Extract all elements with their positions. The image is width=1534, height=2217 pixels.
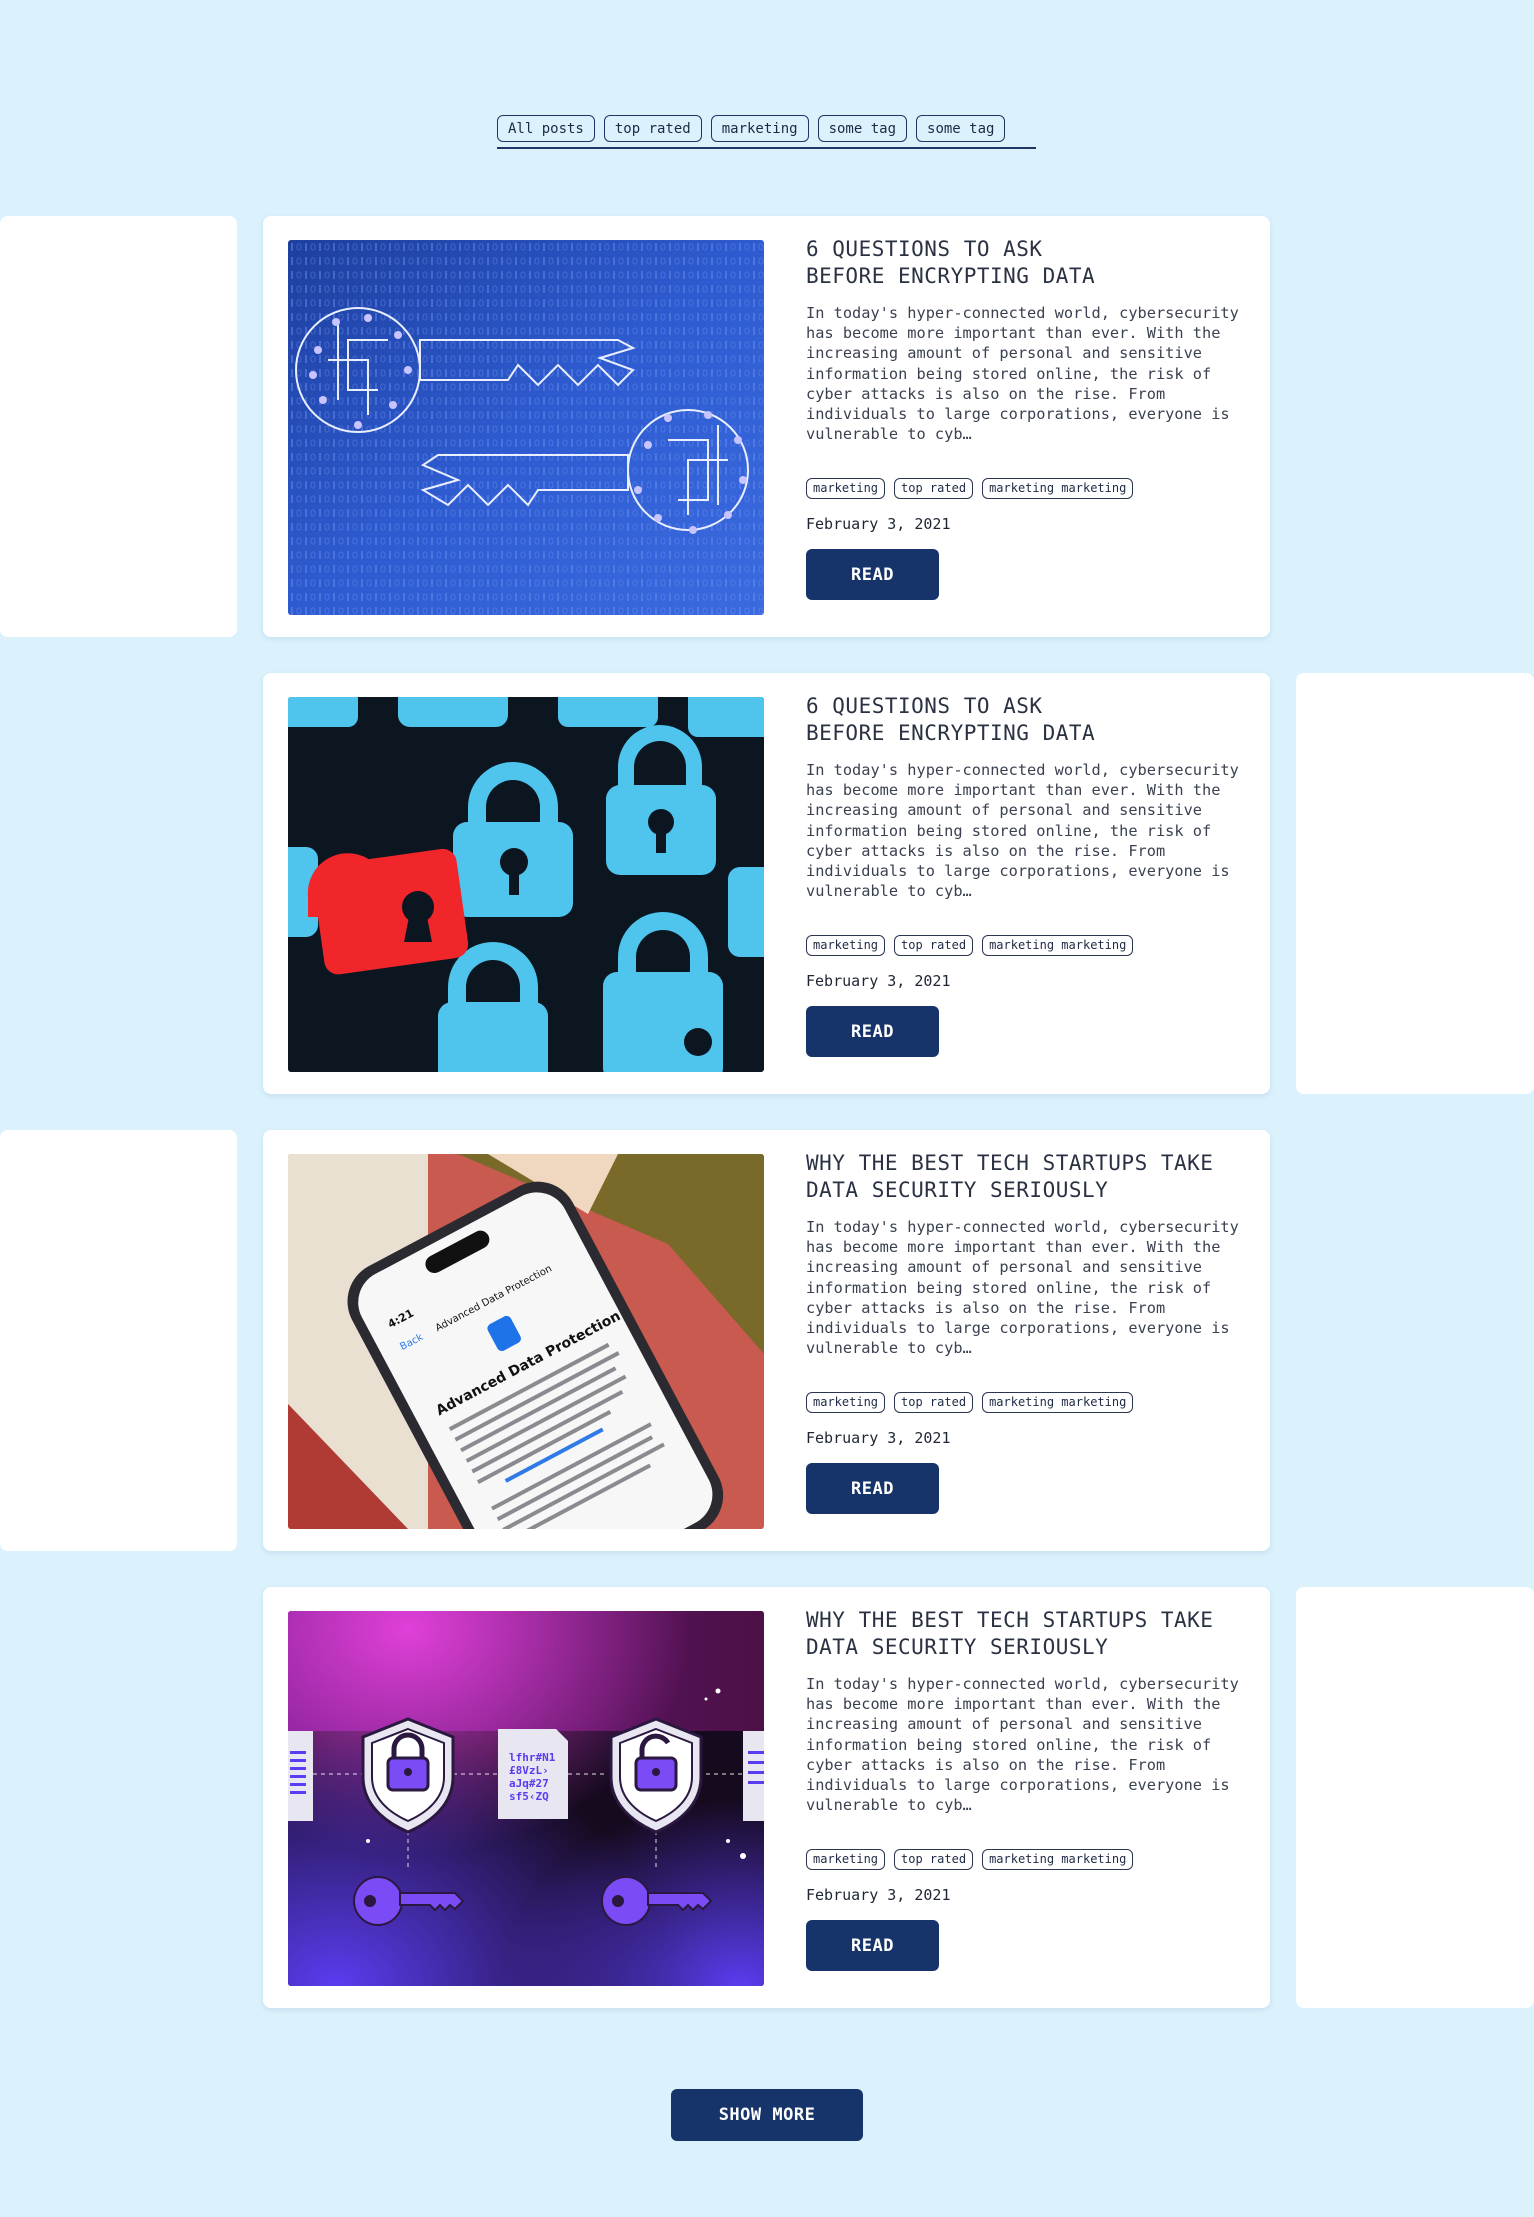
- post-tags: marketing top rated marketing marketing: [806, 1392, 1246, 1413]
- post-title[interactable]: 6 QUESTIONS TO ASK BEFORE ENCRYPTING DAT…: [806, 236, 1246, 290]
- post-title-line: 6 QUESTIONS TO ASK: [806, 237, 1043, 261]
- padlocks-image[interactable]: [288, 697, 764, 1072]
- digital-keys-image[interactable]: [288, 240, 764, 615]
- read-button[interactable]: READ: [806, 1463, 939, 1514]
- tag-chip[interactable]: marketing marketing: [982, 478, 1134, 499]
- post-tags: marketing top rated marketing marketing: [806, 935, 1246, 956]
- post-excerpt: In today's hyper-connected world, cybers…: [806, 304, 1239, 444]
- post-card: 6 QUESTIONS TO ASK BEFORE ENCRYPTING DAT…: [263, 673, 1270, 1094]
- tag-chip[interactable]: marketing marketing: [982, 1392, 1134, 1413]
- post-excerpt: In today's hyper-connected world, cybers…: [806, 761, 1239, 901]
- filter-marketing[interactable]: marketing: [710, 115, 809, 142]
- side-panel-right: [1296, 673, 1534, 1094]
- side-panel-right: [1296, 1587, 1534, 2008]
- cipher-text-line: sf5‹ZQ: [509, 1790, 549, 1803]
- filter-some-tag[interactable]: some tag: [916, 115, 1006, 142]
- cipher-text-line: lfhr#N1: [509, 1751, 556, 1764]
- side-panel-left: [0, 1130, 237, 1551]
- post-title-line: DATA SECURITY SERIOUSLY: [806, 1178, 1109, 1202]
- post-date: February 3, 2021: [806, 1886, 951, 1904]
- phone-data-protection-image[interactable]: 4:21 Back Advanced Data Protection Advan…: [288, 1154, 764, 1529]
- tag-chip[interactable]: marketing marketing: [982, 935, 1134, 956]
- post-title-line: BEFORE ENCRYPTING DATA: [806, 264, 1096, 288]
- read-button[interactable]: READ: [806, 1920, 939, 1971]
- post-title[interactable]: 6 QUESTIONS TO ASK BEFORE ENCRYPTING DAT…: [806, 693, 1246, 747]
- side-panel-left: [0, 216, 237, 637]
- tag-chip[interactable]: marketing marketing: [982, 1849, 1134, 1870]
- show-more-button[interactable]: SHOW MORE: [671, 2089, 863, 2141]
- post-date: February 3, 2021: [806, 515, 951, 533]
- post-title[interactable]: WHY THE BEST TECH STARTUPS TAKE DATA SEC…: [806, 1607, 1246, 1661]
- post-title-line: DATA SECURITY SERIOUSLY: [806, 1635, 1109, 1659]
- tag-chip[interactable]: marketing: [806, 1392, 886, 1413]
- post-title[interactable]: WHY THE BEST TECH STARTUPS TAKE DATA SEC…: [806, 1150, 1246, 1204]
- tag-chip[interactable]: top rated: [894, 1849, 974, 1870]
- post-content: 6 QUESTIONS TO ASK BEFORE ENCRYPTING DAT…: [806, 236, 1246, 600]
- filter-bar: All posts top rated marketing some tag s…: [497, 115, 1036, 149]
- post-title-line: WHY THE BEST TECH STARTUPS TAKE: [806, 1608, 1214, 1632]
- tag-chip[interactable]: top rated: [894, 1392, 974, 1413]
- post-tags: marketing top rated marketing marketing: [806, 1849, 1246, 1870]
- post-tags: marketing top rated marketing marketing: [806, 478, 1246, 499]
- cipher-text-line: aJq#27: [509, 1777, 549, 1790]
- post-card: lfhr#N1 £8VzL› aJq#27 sf5‹ZQ WHY THE BES…: [263, 1587, 1270, 2008]
- cipher-text-line: £8VzL›: [509, 1764, 549, 1777]
- filter-all-posts[interactable]: All posts: [497, 115, 595, 142]
- tag-chip[interactable]: marketing: [806, 935, 886, 956]
- tag-chip[interactable]: marketing: [806, 1849, 886, 1870]
- encryption-illustration-image[interactable]: lfhr#N1 £8VzL› aJq#27 sf5‹ZQ: [288, 1611, 764, 1986]
- post-date: February 3, 2021: [806, 972, 951, 990]
- post-card: 4:21 Back Advanced Data Protection Advan…: [263, 1130, 1270, 1551]
- post-card: 6 QUESTIONS TO ASK BEFORE ENCRYPTING DAT…: [263, 216, 1270, 637]
- tag-chip[interactable]: marketing: [806, 478, 886, 499]
- post-excerpt: In today's hyper-connected world, cybers…: [806, 1675, 1239, 1815]
- read-button[interactable]: READ: [806, 1006, 939, 1057]
- filter-top-rated[interactable]: top rated: [603, 115, 702, 142]
- post-title-line: BEFORE ENCRYPTING DATA: [806, 721, 1096, 745]
- post-content: WHY THE BEST TECH STARTUPS TAKE DATA SEC…: [806, 1150, 1246, 1514]
- tag-chip[interactable]: top rated: [894, 935, 974, 956]
- filter-some-tag[interactable]: some tag: [817, 115, 908, 142]
- read-button[interactable]: READ: [806, 549, 939, 600]
- post-date: February 3, 2021: [806, 1429, 951, 1447]
- post-excerpt: In today's hyper-connected world, cybers…: [806, 1218, 1239, 1358]
- post-title-line: 6 QUESTIONS TO ASK: [806, 694, 1043, 718]
- post-content: 6 QUESTIONS TO ASK BEFORE ENCRYPTING DAT…: [806, 693, 1246, 1057]
- tag-chip[interactable]: top rated: [894, 478, 974, 499]
- post-content: WHY THE BEST TECH STARTUPS TAKE DATA SEC…: [806, 1607, 1246, 1971]
- post-title-line: WHY THE BEST TECH STARTUPS TAKE: [806, 1151, 1214, 1175]
